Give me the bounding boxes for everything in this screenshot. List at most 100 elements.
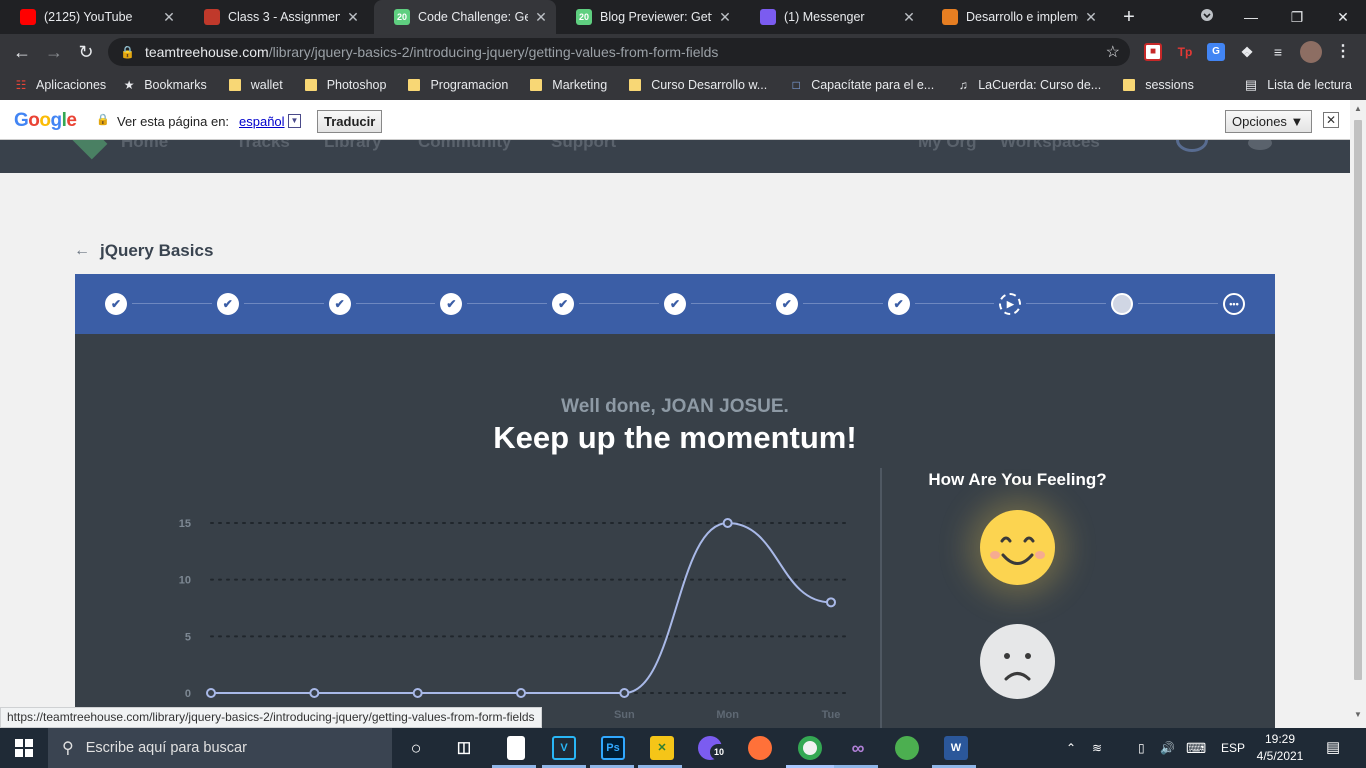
browser-tab[interactable]: Class 3 - Assignment 3 ✕ [184, 0, 368, 34]
more-icon[interactable]: ••• [1223, 293, 1245, 315]
bookmark-item[interactable]: Photoshop [304, 78, 387, 92]
close-tab-icon[interactable]: ✕ [534, 9, 548, 26]
battery-icon[interactable]: ▯ [1138, 728, 1145, 768]
bookmark-label: Marketing [552, 78, 608, 92]
site-nav-link[interactable]: Community [418, 140, 512, 152]
options-button[interactable]: Opciones ▼ [1225, 110, 1312, 133]
happy-face-icon[interactable] [980, 510, 1055, 585]
bookmark-item[interactable]: ♫ LaCuerda: Curso de... [956, 78, 1102, 92]
cortana-icon[interactable]: ○ [404, 736, 428, 760]
slides-icon [942, 9, 958, 25]
treehouse-logo-icon[interactable] [70, 140, 108, 160]
google-logo: Google [14, 110, 77, 131]
account-icon[interactable] [1248, 140, 1272, 150]
translate-lock-icon: 🔒 [96, 114, 110, 126]
bookmark-item[interactable]: Curso Desarrollo w... [629, 78, 767, 92]
wifi-icon[interactable]: ≋ [1092, 728, 1102, 768]
new-tab-button[interactable]: + [1118, 6, 1140, 28]
firefox-icon[interactable] [748, 736, 772, 760]
close-tab-icon[interactable]: ✕ [902, 9, 916, 26]
browser-tab[interactable]: Desarrollo e implemen ✕ [922, 0, 1106, 34]
chrome-taskbar-icon[interactable] [798, 736, 822, 760]
tray-chevron-icon[interactable]: ⌃ [1066, 728, 1076, 768]
clock[interactable]: 19:29 4/5/2021 [1255, 731, 1305, 765]
tab-search-icon[interactable] [1184, 0, 1230, 34]
volume-icon[interactable]: 🔊 [1160, 728, 1175, 768]
scroll-up-arrow-icon[interactable]: ▲ [1350, 104, 1366, 113]
site-nav-link[interactable]: Tracks [236, 140, 290, 152]
word-icon[interactable]: W [944, 736, 968, 760]
language-link[interactable]: español [239, 114, 285, 129]
taskbar-search[interactable]: ⚲ Escribe aquí para buscar [48, 728, 392, 768]
browser-tab[interactable]: (1) Messenger ✕ [740, 0, 924, 34]
reading-list-button[interactable]: Lista de lectura [1267, 78, 1352, 92]
site-nav-link[interactable]: Workspaces [1000, 140, 1100, 152]
close-tab-icon[interactable]: ✕ [162, 9, 176, 26]
address-bar[interactable]: 🔒 teamtreehouse.com/library/jquery-basic… [108, 38, 1130, 66]
browser-tab[interactable]: 20 Blog Previewer: Gettin ✕ [556, 0, 740, 34]
bookmark-item[interactable]: Programacion [408, 78, 508, 92]
avatar-icon[interactable] [1111, 293, 1134, 315]
restore-button[interactable]: ❐ [1274, 0, 1320, 34]
visual-studio-icon[interactable]: ∞ [846, 736, 870, 760]
close-window-button[interactable]: ✕ [1320, 0, 1366, 34]
bookmark-item[interactable]: ★ Bookmarks [122, 78, 207, 92]
profile-avatar[interactable] [1300, 41, 1322, 63]
scrollbar-thumb[interactable] [1354, 120, 1362, 680]
bookmark-item[interactable]: □ Capacítate para el e... [789, 78, 935, 92]
back-button[interactable]: ← [10, 40, 34, 64]
bookmark-label: Photoshop [326, 78, 387, 92]
chrome-menu-icon[interactable]: ⋮ [1334, 43, 1352, 61]
snip-tool-icon[interactable]: ✕ [650, 736, 674, 760]
language-dropdown-icon[interactable]: ▼ [288, 114, 301, 128]
close-translate-button[interactable]: ✕ [1323, 112, 1339, 128]
play-icon[interactable]: ▶ [999, 293, 1022, 315]
translate-button[interactable]: Traducir [317, 110, 383, 133]
bookmark-item[interactable]: sessions [1123, 78, 1194, 92]
bookmark-star-icon[interactable]: ☆ [1106, 42, 1120, 62]
reload-button[interactable]: ↻ [74, 40, 98, 64]
minimize-button[interactable]: — [1228, 0, 1274, 34]
site-nav-link[interactable]: Support [551, 140, 616, 152]
close-tab-icon[interactable]: ✕ [718, 9, 732, 26]
vscode-icon[interactable]: V [552, 736, 576, 760]
language-indicator[interactable]: ESP [1221, 728, 1245, 768]
start-button[interactable] [0, 728, 48, 768]
treehouse-icon: 20 [394, 9, 410, 25]
extension-tp-icon[interactable]: Tp [1176, 43, 1194, 61]
close-tab-icon[interactable]: ✕ [346, 9, 360, 26]
bookmark-item[interactable]: Marketing [530, 78, 607, 92]
photoshop-icon[interactable]: Ps [601, 736, 625, 760]
close-tab-icon[interactable]: ✕ [1084, 9, 1098, 26]
back-arrow-icon[interactable]: ← [74, 242, 90, 260]
breadcrumb[interactable]: ← jQuery Basics [74, 241, 213, 261]
site-nav-link[interactable]: Home [121, 140, 168, 152]
points-avatar-icon[interactable] [1176, 140, 1208, 152]
sad-face-icon[interactable] [980, 624, 1055, 699]
bookmark-item[interactable]: ☷ Aplicaciones [14, 78, 107, 92]
media-control-icon[interactable]: ≡ [1269, 43, 1287, 61]
google-translate-icon[interactable]: G [1207, 43, 1225, 61]
page-scrollbar[interactable]: ▲ ▼ [1350, 100, 1366, 728]
site-nav-link[interactable]: Library [324, 140, 382, 152]
bookmark-item[interactable]: wallet [228, 78, 283, 92]
y-tick-label: 10 [179, 575, 191, 587]
data-point [412, 688, 423, 698]
bookmarks-bar: ☷ Aplicaciones ★ Bookmarks wallet Photoshop Pr… [0, 70, 1366, 100]
notifications-icon[interactable]: ▤ [1326, 728, 1340, 768]
scroll-down-arrow-icon[interactable]: ▼ [1350, 710, 1366, 719]
forward-button[interactable]: → [42, 40, 66, 64]
messenger-taskbar-icon[interactable]: 10 [698, 736, 728, 760]
messenger-badge: 10 [710, 744, 728, 760]
site-nav-link[interactable]: My Org [918, 140, 977, 152]
file-explorer-icon[interactable] [507, 736, 525, 760]
extension-pocket-icon[interactable]: ■ [1144, 43, 1162, 61]
opera-gx-icon[interactable] [895, 736, 919, 760]
task-view-icon[interactable]: ◫ [452, 736, 476, 760]
step-complete-check-icon[interactable]: ✔ [887, 293, 910, 315]
extensions-puzzle-icon[interactable]: ❖ [1238, 43, 1256, 61]
keyboard-icon[interactable]: ⌨ [1186, 728, 1206, 768]
browser-tab[interactable]: 20 Code Challenge: Gettin ✕ [374, 0, 556, 34]
course-title[interactable]: jQuery Basics [100, 241, 213, 261]
browser-tab[interactable]: (2125) YouTube ✕ [0, 0, 184, 34]
